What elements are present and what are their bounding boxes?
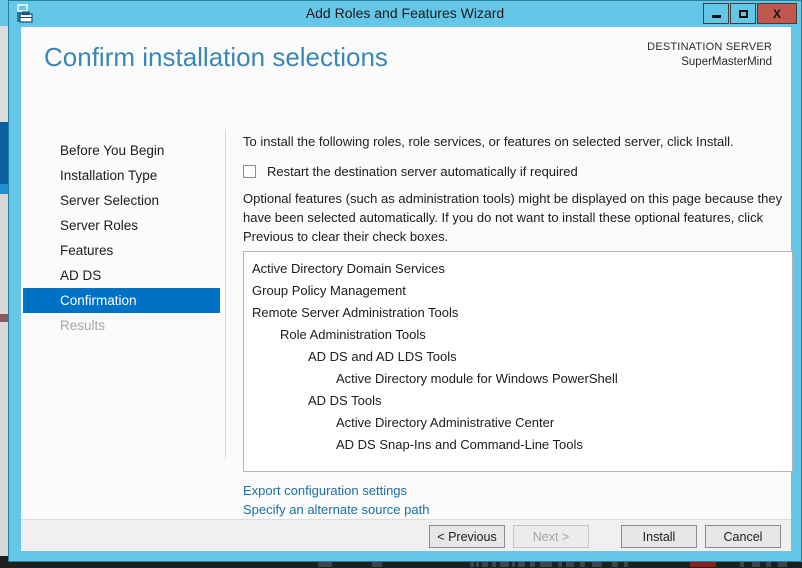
- taskbar-fragment: [566, 562, 574, 567]
- taskbar-fragment: [752, 562, 760, 567]
- taskbar-fragment: [612, 562, 618, 567]
- cancel-button[interactable]: Cancel: [705, 525, 781, 548]
- sidebar-item-results: Results: [23, 313, 220, 338]
- feature-list-item: Group Policy Management: [252, 283, 406, 298]
- window-title: Add Roles and Features Wizard: [305, 5, 505, 21]
- sidebar-item-features[interactable]: Features: [23, 238, 220, 263]
- maximize-button[interactable]: [730, 3, 756, 24]
- taskbar-fragment: [530, 562, 535, 567]
- destination-server-block: DESTINATION SERVER SuperMasterMind: [647, 40, 772, 70]
- restart-checkbox-row[interactable]: Restart the destination server automatic…: [243, 164, 578, 179]
- wizard-client-area: Confirm installation selections DESTINAT…: [21, 27, 793, 551]
- taskbar-fragment: [778, 562, 787, 567]
- sidebar-divider: [225, 129, 226, 459]
- maximize-icon: [738, 9, 748, 18]
- close-button[interactable]: X: [757, 3, 797, 24]
- sidebar-item-label: Before You Begin: [60, 143, 165, 158]
- feature-list-item: AD DS Tools: [308, 393, 382, 408]
- wizard-sidebar: Before You Begin Installation Type Server …: [21, 89, 220, 519]
- taskbar-fragment: [476, 562, 479, 567]
- sidebar-item-ad-ds[interactable]: AD DS: [23, 263, 220, 288]
- wizard-main-content: To install the following roles, role ser…: [231, 89, 793, 519]
- desktop-backdrop: Add Roles and Features Wizard X Confirm …: [0, 0, 802, 568]
- sidebar-item-label: Server Selection: [60, 193, 160, 208]
- feature-list-item: AD DS and AD LDS Tools: [308, 349, 457, 364]
- previous-button[interactable]: < Previous: [429, 525, 505, 548]
- wizard-window: Add Roles and Features Wizard X Confirm …: [8, 0, 802, 562]
- page-title: Confirm installation selections: [44, 42, 388, 72]
- sidebar-item-label: Installation Type: [60, 168, 158, 183]
- feature-list-item: Remote Server Administration Tools: [252, 305, 459, 320]
- taskbar-fragment: [690, 562, 716, 567]
- link-export-configuration-settings[interactable]: Export configuration settings: [243, 481, 429, 500]
- optional-features-note: Optional features (such as administratio…: [243, 191, 783, 244]
- taskbar-fragment: [318, 562, 332, 567]
- taskbar-fragment: [512, 562, 515, 567]
- wizard-links: Export configuration settings Specify an …: [243, 481, 429, 519]
- destination-server-name: SuperMasterMind: [681, 56, 772, 68]
- taskbar-fragment: [558, 562, 562, 567]
- restart-checkbox[interactable]: [243, 165, 256, 178]
- sidebar-item-confirmation[interactable]: Confirmation: [23, 288, 220, 313]
- sidebar-item-server-roles[interactable]: Server Roles: [23, 213, 220, 238]
- taskbar-fragment: [372, 562, 382, 567]
- window-controls: X: [702, 3, 797, 24]
- sidebar-nav-list: Before You Begin Installation Type Server …: [23, 138, 220, 338]
- feature-list-item: Active Directory Administrative Center: [336, 415, 555, 430]
- minimize-button[interactable]: [703, 3, 729, 24]
- feature-list-item: Role Administration Tools: [280, 327, 426, 342]
- taskbar-fragment: [766, 562, 771, 567]
- minimize-icon: [711, 15, 721, 18]
- feature-list-item: Active Directory Domain Services: [252, 261, 445, 276]
- wizard-header: Confirm installation selections DESTINAT…: [21, 27, 791, 89]
- sidebar-item-label: Confirmation: [60, 293, 137, 308]
- feature-list-item: Active Directory module for Windows Powe…: [336, 371, 618, 386]
- taskbar-fragment: [592, 562, 602, 567]
- wizard-footer: < Previous Next > Install Cancel: [21, 519, 791, 551]
- install-button[interactable]: Install: [621, 525, 697, 548]
- sidebar-item-before-you-begin[interactable]: Before You Begin: [23, 138, 220, 163]
- sidebar-item-label: AD DS: [60, 268, 102, 283]
- next-button: Next >: [513, 525, 589, 548]
- sidebar-item-label: Server Roles: [60, 218, 139, 233]
- restart-checkbox-label: Restart the destination server automatic…: [267, 164, 578, 179]
- sidebar-item-server-selection[interactable]: Server Selection: [23, 188, 220, 213]
- taskbar-fragment: [470, 562, 474, 567]
- taskbar-fragment: [492, 562, 496, 567]
- sidebar-item-installation-type[interactable]: Installation Type: [23, 163, 220, 188]
- selected-features-listbox[interactable]: Active Directory Domain Services Group Po…: [243, 251, 793, 472]
- destination-server-label: DESTINATION SERVER: [647, 41, 772, 53]
- window-title-bar[interactable]: Add Roles and Features Wizard X: [9, 1, 801, 27]
- selected-features-list: Active Directory Domain Services Group Po…: [244, 252, 792, 456]
- footer-button-group: < Previous Next > Install Cancel: [421, 525, 781, 548]
- taskbar-fragment: [540, 562, 552, 567]
- taskbar-fragment: [740, 562, 744, 567]
- taskbar-fragment: [518, 562, 525, 567]
- taskbar-fragment: [624, 562, 628, 567]
- feature-list-item: AD DS Snap-Ins and Command-Line Tools: [336, 437, 583, 452]
- sidebar-item-label: Results: [60, 318, 106, 333]
- install-instruction-text: To install the following roles, role ser…: [243, 134, 734, 149]
- link-specify-an-alternate-source-path[interactable]: Specify an alternate source path: [243, 500, 429, 519]
- sidebar-item-label: Features: [60, 243, 114, 258]
- taskbar-fragment: [482, 562, 488, 567]
- taskbar-fragment: [500, 562, 509, 567]
- wizard-body: Before You Begin Installation Type Server …: [21, 89, 793, 519]
- taskbar-fragment: [580, 562, 585, 567]
